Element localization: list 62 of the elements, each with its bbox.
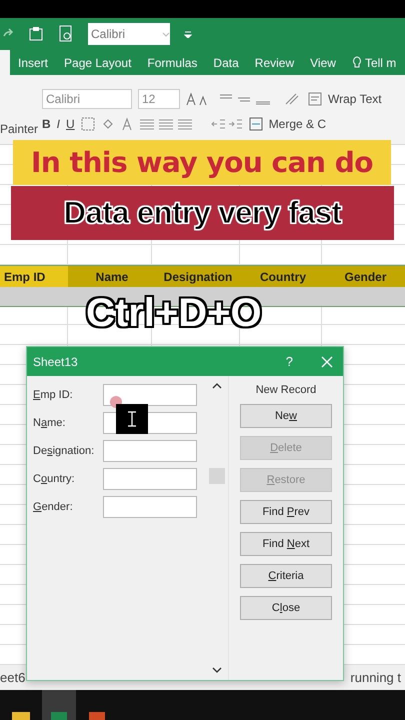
font-name-field[interactable]: Calibri [42, 88, 132, 108]
italic-button[interactable]: I [56, 116, 60, 130]
dialog-button[interactable]: Close [240, 596, 332, 620]
scroll-thumb[interactable] [208, 468, 224, 484]
dropdown-caret-icon [162, 30, 170, 38]
field-label: Emp ID: [33, 389, 74, 401]
record-status: New Record [256, 384, 316, 396]
spreadsheet-app-icon [51, 712, 67, 720]
ribbon-tab[interactable]: Data [205, 56, 247, 70]
scroll-up-icon [212, 382, 222, 390]
borders-icon [80, 116, 95, 130]
ribbon-tab[interactable]: Tell m [344, 56, 404, 70]
column-header-cell: Gender [322, 266, 405, 287]
input-field[interactable] [103, 384, 197, 406]
home-tab[interactable] [0, 50, 10, 75]
format-painter-label[interactable]: Painter [0, 122, 38, 136]
presentation-app-icon [89, 712, 105, 720]
caption-banner: In this way you can do [13, 140, 391, 185]
field-label: Gender: [33, 501, 74, 513]
ribbon-tab[interactable]: Insert [10, 56, 56, 70]
ribbon-tab[interactable]: Page Layout [56, 56, 140, 70]
sheet-tab[interactable]: eet6 [0, 670, 26, 685]
status-message: running t [350, 670, 401, 685]
help-button[interactable]: ? [286, 354, 293, 369]
scroll-down-icon [212, 666, 222, 674]
input-field[interactable] [103, 496, 197, 518]
print-preview-icon [58, 25, 74, 43]
dialog-title: Sheet13 [33, 354, 79, 368]
bold-button[interactable]: B [42, 116, 51, 130]
font-color-icon [120, 116, 133, 130]
indent-icon [210, 118, 243, 130]
column-header-cell: Name [68, 266, 152, 287]
clipboard-icon [28, 26, 44, 42]
merge-button[interactable]: Merge & C [268, 116, 326, 130]
dialog-button[interactable]: New [240, 404, 332, 428]
dialog-button[interactable]: Find Next [240, 532, 332, 556]
dialog-button[interactable]: Find Prev [240, 500, 332, 524]
merge-cells-icon [248, 116, 263, 130]
ribbon-tab[interactable]: Review [246, 56, 302, 70]
field-label: Designation: [33, 445, 96, 457]
close-icon [321, 356, 333, 368]
input-field[interactable] [103, 440, 197, 462]
folder-icon [12, 712, 30, 720]
dialog-button[interactable]: Criteria [240, 564, 332, 588]
field-label: Name: [33, 417, 66, 429]
column-header-cell: Designation [152, 266, 240, 287]
wrap-text-icon [308, 92, 322, 106]
fill-color-icon [100, 116, 115, 130]
input-field[interactable] [103, 468, 197, 490]
customize-caret-icon [184, 30, 192, 38]
column-header-cell: Emp ID [0, 266, 68, 287]
column-header-cell: Country [240, 266, 322, 287]
i-beam-icon [127, 411, 137, 427]
font-size-field[interactable]: 12 [138, 88, 180, 108]
field-label: Country: [33, 473, 76, 485]
font-field[interactable]: Calibri [88, 23, 170, 45]
caption-banner: Data entry very fast [11, 186, 394, 240]
underline-button[interactable]: U [66, 116, 75, 130]
lightbulb-icon [352, 56, 362, 70]
ribbon-tab[interactable]: Formulas [139, 56, 206, 70]
wrap-text-button[interactable]: Wrap Text [328, 92, 382, 106]
ribbon-tab[interactable]: View [302, 56, 344, 70]
